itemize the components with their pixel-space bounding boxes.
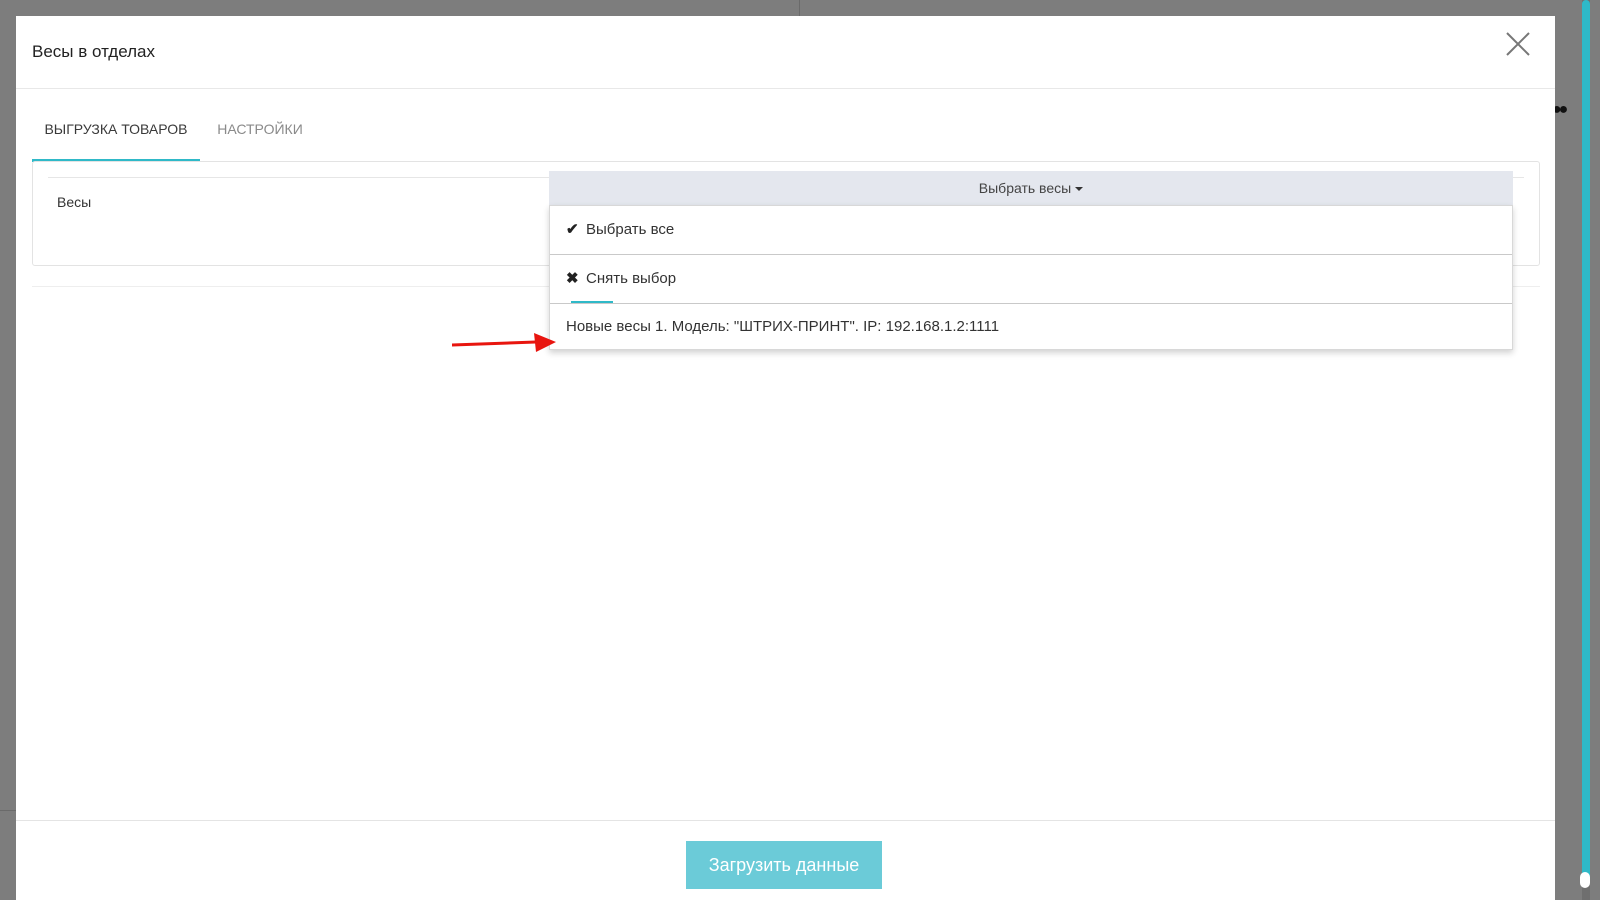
scales-label: Весы [57, 194, 92, 210]
deselect-label: Снять выбор [586, 270, 677, 287]
modal-footer: Загрузить данные [16, 820, 1555, 900]
red-arrow-icon [452, 333, 556, 352]
load-data-button[interactable]: Загрузить данные [686, 841, 882, 889]
modal-header: Весы в отделах [16, 16, 1555, 89]
select-scales-button[interactable]: Выбрать весы [549, 171, 1513, 205]
scale-option-label: Новые весы 1. Модель: "ШТРИХ-ПРИНТ". IP:… [566, 318, 1000, 335]
cross-icon: ✖ [566, 270, 579, 287]
tabs: ВЫГРУЗКА ТОВАРОВ НАСТРОЙКИ [32, 116, 1540, 162]
scales-dropdown-menu: ✔ Выбрать все ✖ Снять выбор Новые весы 1. … [549, 205, 1513, 350]
caret-down-icon [1075, 187, 1084, 192]
scrollbar-thumb[interactable] [1582, 0, 1590, 880]
check-icon: ✔ [566, 221, 579, 238]
select-all-option[interactable]: ✔ Выбрать все [550, 206, 1512, 254]
close-button[interactable] [1504, 30, 1532, 58]
scrollbar-end [1580, 872, 1590, 888]
backdrop-divider [799, 0, 800, 16]
tab-export-goods[interactable]: ВЫГРУЗКА ТОВАРОВ [32, 116, 200, 162]
deselect-option[interactable]: ✖ Снять выбор [550, 255, 1512, 303]
backdrop-divider-horizontal [0, 810, 16, 811]
select-scales-label: Выбрать весы [978, 180, 1072, 196]
close-icon [1506, 32, 1530, 56]
modal-title: Весы в отделах [32, 42, 155, 61]
select-all-label: Выбрать все [586, 221, 675, 238]
modal-dialog: Весы в отделах ВЫГРУЗКА ТОВАРОВ НАСТРОЙК… [16, 16, 1555, 900]
scale-option[interactable]: Новые весы 1. Модель: "ШТРИХ-ПРИНТ". IP:… [550, 304, 1512, 350]
tab-settings[interactable]: НАСТРОЙКИ [215, 116, 305, 162]
